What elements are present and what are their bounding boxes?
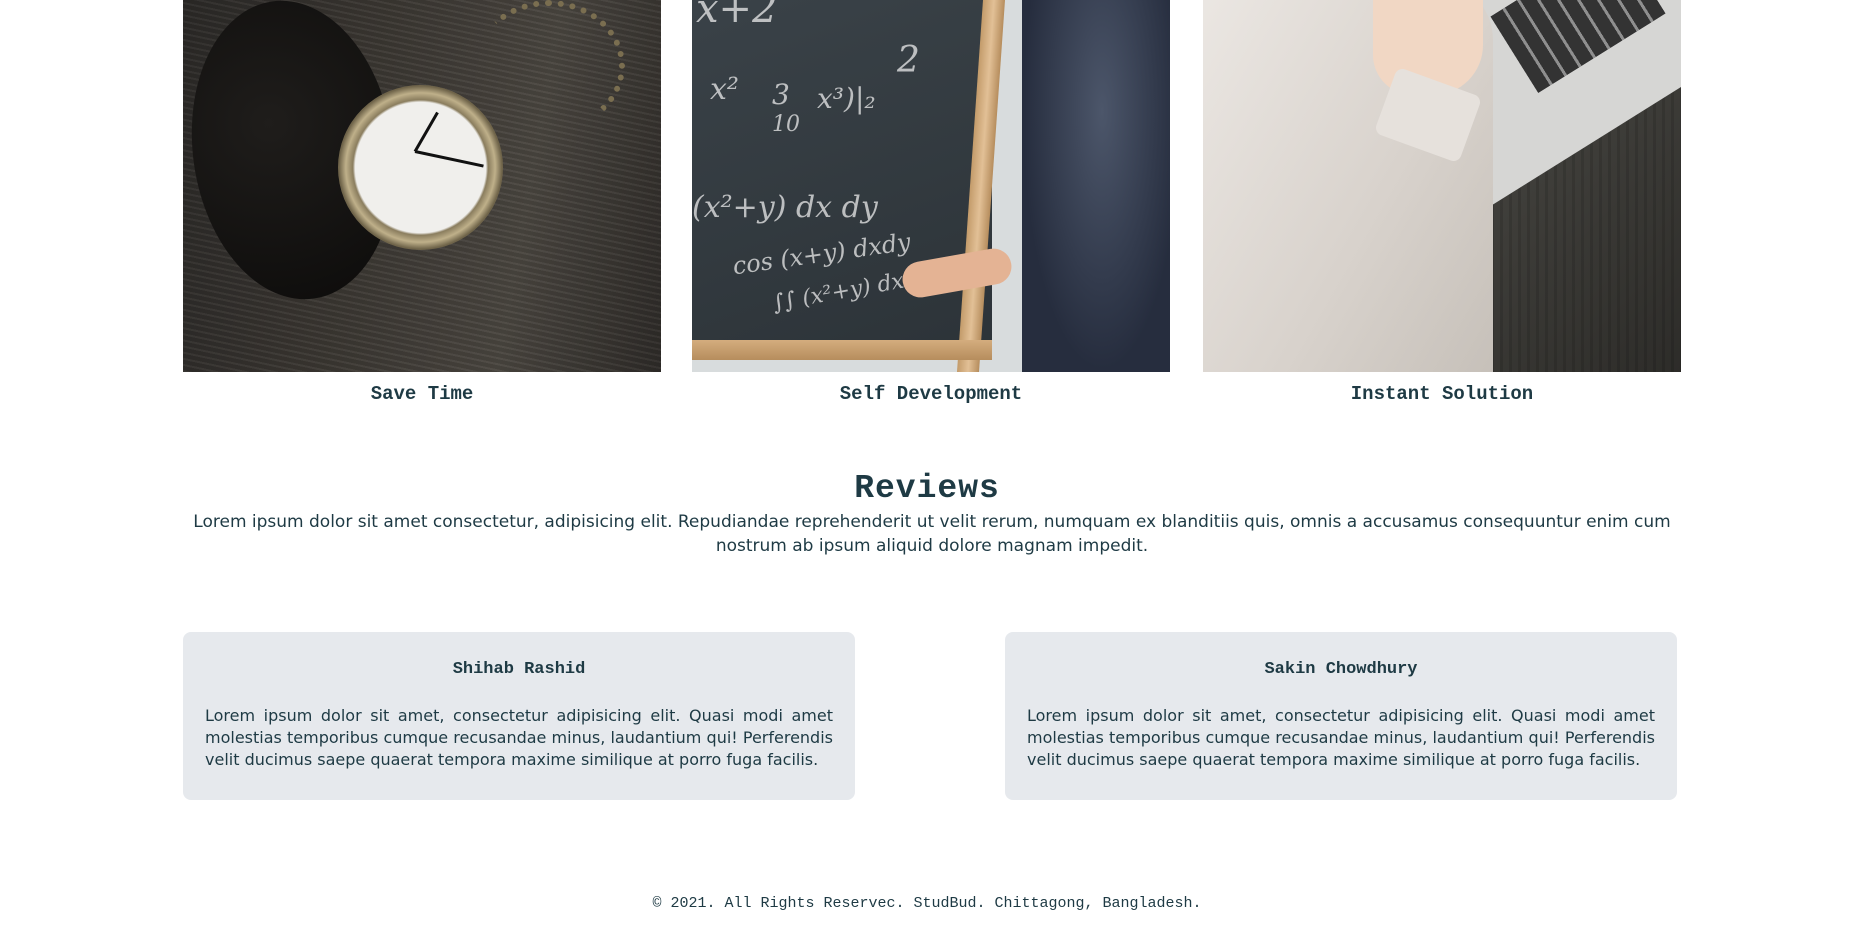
reviewer-name: Sakin Chowdhury: [1264, 660, 1418, 679]
footer-copyright: © 2021. All Rights Reservec. StudBud. Ch…: [652, 895, 1202, 912]
pocket-watch-photo: [183, 0, 661, 372]
features-section: Save Time x+2 x² 3 10 x³)|₂ 2 (x²+y) dx …: [183, 0, 1681, 420]
laptop-typing-photo: [1203, 0, 1681, 372]
feature-caption: Instant Solution: [1350, 383, 1534, 405]
feature-card-instant-solution: Instant Solution: [1203, 0, 1681, 405]
reviews-intro: Lorem ipsum dolor sit amet consectetur, …: [193, 512, 1671, 556]
reviews-title: Reviews: [854, 470, 1000, 507]
reviewer-name: Shihab Rashid: [452, 660, 586, 679]
review-card: Sakin Chowdhury Lorem ipsum dolor sit am…: [1005, 632, 1677, 800]
review-card: Shihab Rashid Lorem ipsum dolor sit amet…: [183, 632, 855, 800]
feature-caption: Self Development: [839, 383, 1023, 405]
feature-card-save-time: Save Time: [183, 0, 661, 405]
feature-card-self-development: x+2 x² 3 10 x³)|₂ 2 (x²+y) dx dy cos (x+…: [692, 0, 1170, 405]
feature-caption: Save Time: [370, 383, 474, 405]
review-text: Lorem ipsum dolor sit amet, consectetur …: [205, 706, 833, 769]
chalkboard-math-photo: x+2 x² 3 10 x³)|₂ 2 (x²+y) dx dy cos (x+…: [692, 0, 1170, 372]
review-text: Lorem ipsum dolor sit amet, consectetur …: [1027, 706, 1655, 769]
